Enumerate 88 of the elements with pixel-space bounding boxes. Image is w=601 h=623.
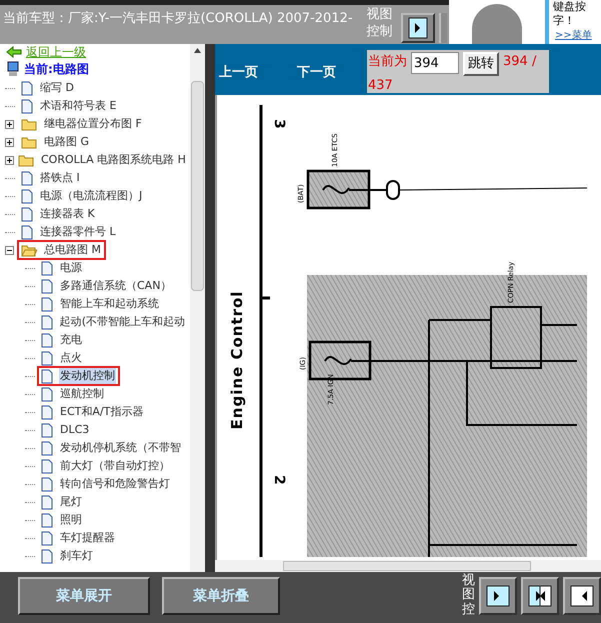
tree-item[interactable]: 智能上车和起动系统 [37, 294, 164, 314]
page-count: 394 / [503, 54, 536, 69]
tree-item[interactable]: 前大灯（带自动灯控） [37, 456, 175, 476]
open-folder-icon [21, 244, 37, 256]
document-icon [41, 494, 53, 510]
document-icon [41, 422, 53, 438]
document-icon [41, 386, 53, 402]
current-page-label: 当前为 [368, 54, 407, 69]
tree-item[interactable]: 起动(不带智能上车和起动 [36, 312, 190, 332]
document-icon [40, 314, 53, 330]
horizontal-scrollbar[interactable] [215, 560, 601, 572]
view-control-label: 视图控 [462, 574, 475, 617]
document-icon [41, 458, 53, 474]
tree-item[interactable]: 搭铁点 I [17, 168, 85, 188]
tree-item[interactable]: 术语和符号表 E [17, 96, 122, 116]
tree-item[interactable]: 巡航控制 [37, 384, 109, 404]
tree-item[interactable]: 电路图 G [17, 132, 94, 152]
folder-icon [21, 118, 37, 130]
back-arrow-icon [6, 46, 22, 58]
document-icon [21, 98, 33, 114]
document-icon [41, 296, 53, 312]
tree-item[interactable]: COROLLA 电路图系统电路 H [14, 150, 190, 170]
prev-page-link[interactable]: 上一页 [219, 63, 297, 82]
tree-item[interactable]: 发动机控制 [37, 366, 120, 386]
document-icon [21, 206, 33, 222]
tree-item[interactable]: ECT和A/T指示器 [37, 402, 148, 422]
collapse-box-icon[interactable] [5, 246, 14, 254]
view-toggle-button[interactable] [479, 577, 517, 615]
document-icon [41, 260, 53, 276]
tree-item[interactable]: 点火 [37, 348, 87, 368]
document-icon [41, 368, 53, 384]
document-icon [21, 188, 33, 204]
view-control-label: 视图控制 [366, 6, 393, 40]
document-icon [41, 278, 53, 294]
document-icon [41, 530, 53, 546]
tree-item[interactable]: 充电 [37, 330, 87, 350]
expand-box-icon[interactable] [5, 138, 14, 146]
tree-item[interactable]: 多路通信系统（CAN） [37, 276, 176, 296]
view-toggle-button[interactable] [521, 577, 559, 615]
tree-item[interactable]: 缩写 D [17, 78, 79, 98]
tree-item[interactable]: 总电路图 M [17, 240, 106, 260]
tree-item[interactable]: DLC3 [37, 420, 94, 440]
document-icon [41, 476, 53, 492]
document-icon [41, 440, 53, 456]
tree-item[interactable]: 继电器位置分布图 F [17, 114, 147, 134]
tip-text: 键盘按 [553, 0, 587, 14]
collapse-menu-button[interactable]: 菜单折叠 [162, 577, 280, 615]
tree-item[interactable]: 电源（电流流程图）J [17, 186, 148, 206]
jump-button[interactable]: 跳转 [463, 52, 499, 76]
tree-root[interactable]: 当前:电路图 [24, 60, 89, 78]
page-count: 437 [368, 77, 394, 95]
view-toggle-button[interactable] [400, 13, 435, 43]
folder-icon [18, 154, 34, 166]
document-icon [21, 80, 33, 96]
document-icon [41, 404, 53, 420]
document-icon [41, 548, 53, 564]
tree-item[interactable]: 发动机停机系统（不带智 [37, 438, 186, 458]
expand-menu-button[interactable]: 菜单展开 [18, 577, 150, 615]
tree-item[interactable]: 转向信号和危险警告灯 [37, 474, 175, 494]
document-icon [21, 224, 33, 240]
tree-item[interactable]: 照明 [37, 510, 87, 530]
document-icon [41, 512, 53, 528]
view-toggle-button[interactable] [438, 13, 447, 43]
document-icon [41, 332, 53, 348]
tree-item[interactable]: 车灯提醒器 [37, 528, 120, 548]
computer-icon [6, 61, 20, 77]
tree-item[interactable]: 连接器表 K [17, 204, 100, 224]
tip-text: 字！ [553, 14, 576, 28]
arrow-right-icon [408, 17, 428, 39]
tree-item[interactable]: 刹车灯 [37, 546, 98, 566]
split-view-icon [486, 585, 510, 607]
scroll-up-icon[interactable] [194, 48, 201, 53]
expand-box-icon[interactable] [5, 120, 14, 128]
vehicle-title: 当前车型：厂家:Y-一汽丰田卡罗拉(COROLLA) 2007-2012- [3, 10, 353, 28]
folder-icon [21, 136, 37, 148]
document-icon [21, 170, 33, 186]
split-view-icon [570, 585, 594, 607]
split-view-icon [528, 585, 552, 607]
next-page-link[interactable]: 下一页 [297, 63, 367, 82]
page-number-field[interactable]: 394 [411, 52, 459, 74]
tree-item[interactable]: 电源 [37, 258, 87, 278]
close-menu-link[interactable]: >>菜单 [555, 30, 592, 41]
view-toggle-button[interactable] [563, 577, 601, 615]
tree-item[interactable]: 尾灯 [37, 492, 87, 512]
tree-item[interactable]: 连接器零件号 L [17, 222, 121, 242]
scrollbar[interactable] [190, 44, 205, 572]
document-icon [41, 350, 53, 366]
expand-box-icon[interactable] [5, 156, 14, 164]
